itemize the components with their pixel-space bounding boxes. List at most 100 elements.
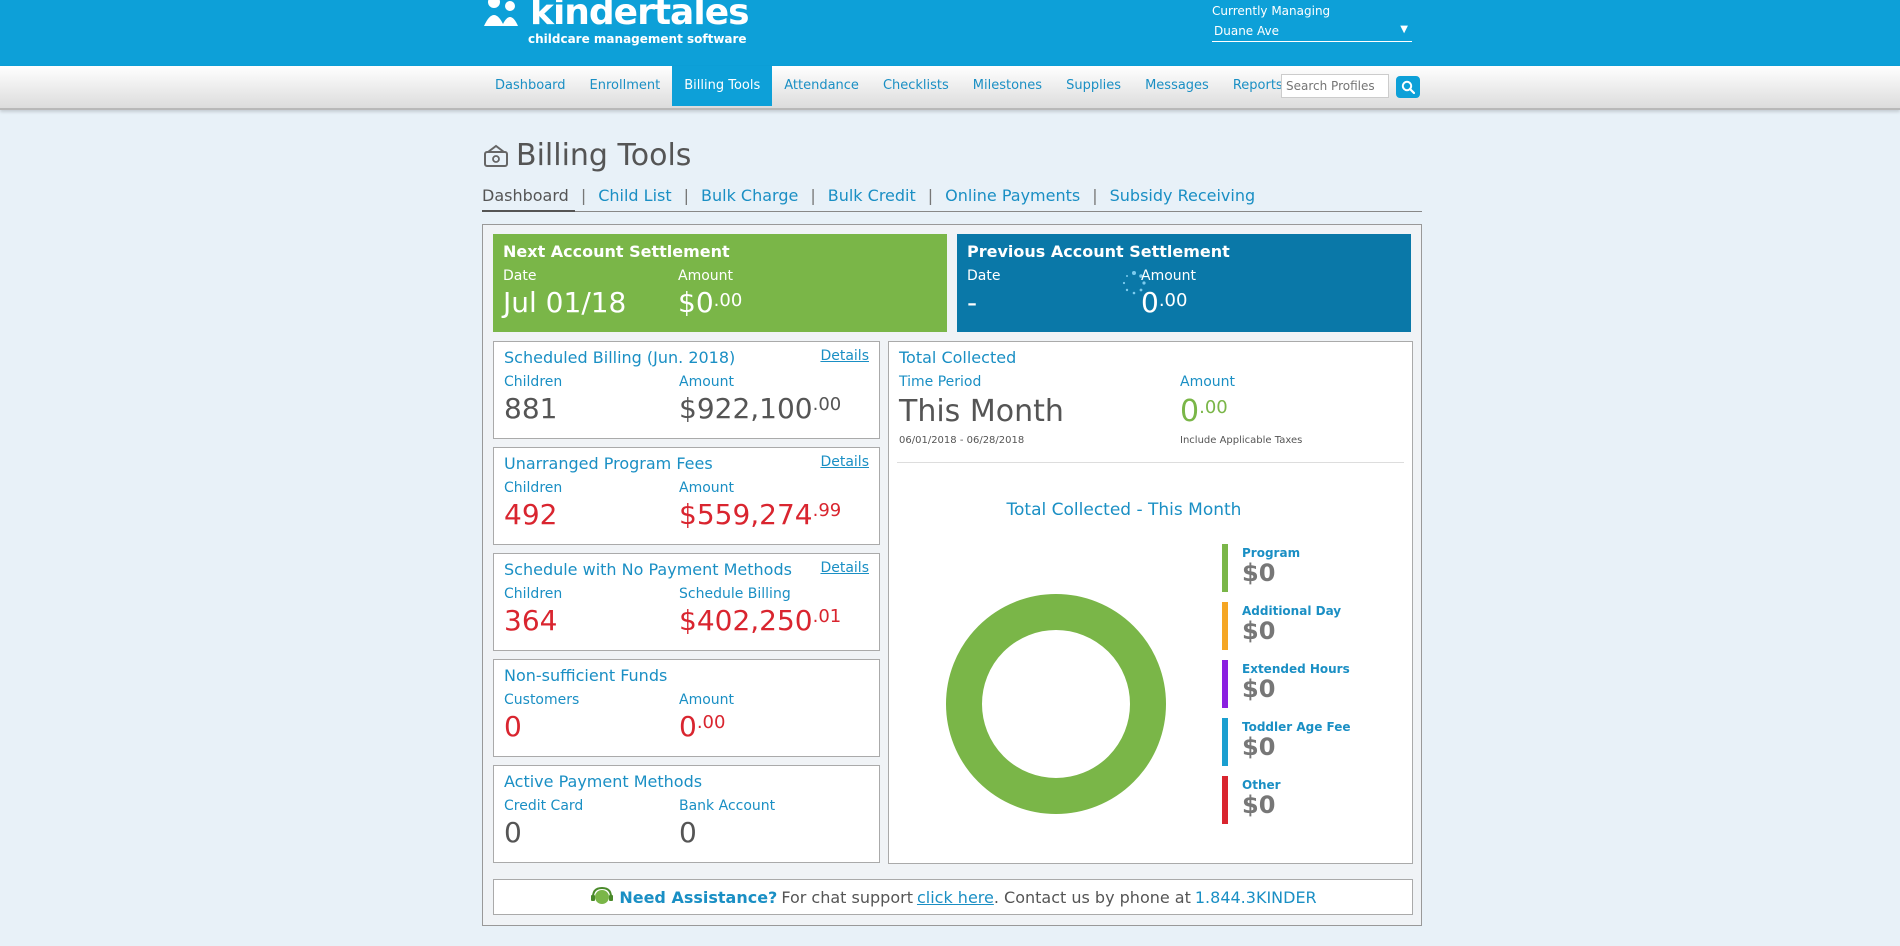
stat-value: 881 xyxy=(504,392,558,425)
legend-name: Additional Day xyxy=(1242,604,1342,618)
stat-label: Bank Account xyxy=(679,798,776,814)
tax-note: Include Applicable Taxes xyxy=(1180,435,1303,446)
managing-label: Currently Managing xyxy=(1212,4,1331,18)
amount-cents: .00 xyxy=(812,394,842,415)
nav-dashboard[interactable]: Dashboard xyxy=(483,66,578,106)
nav-enrollment[interactable]: Enrollment xyxy=(578,66,673,106)
legend-value: $0 xyxy=(1242,733,1276,761)
stat-value: $402,250.01 xyxy=(679,604,841,637)
amount-value: $0.00 xyxy=(678,286,742,319)
no-payment-methods-card: Schedule with No Payment Methods Details… xyxy=(493,553,880,651)
support-agent-icon xyxy=(591,886,614,904)
stat-value: $559,274.99 xyxy=(679,498,841,531)
amount-label: Amount xyxy=(1141,268,1197,284)
subnav-online-payments[interactable]: Online Payments xyxy=(939,186,1086,211)
search-profiles-input[interactable] xyxy=(1281,74,1389,98)
subnav-bulk-charge[interactable]: Bulk Charge xyxy=(695,186,804,211)
legend-name: Toddler Age Fee xyxy=(1242,720,1351,734)
nav-attendance[interactable]: Attendance xyxy=(772,66,871,106)
amount-cents: .01 xyxy=(812,606,842,627)
legend-name: Program xyxy=(1242,546,1301,560)
amount-stat: Amount 0.00 xyxy=(679,692,734,743)
stat-label: Amount xyxy=(679,374,735,390)
donut-chart xyxy=(946,594,1166,814)
subnav-child-list[interactable]: Child List xyxy=(592,186,677,211)
time-period-value: This Month xyxy=(899,394,1064,429)
active-payment-methods-card: Active Payment Methods Credit Card 0 Ban… xyxy=(493,765,880,863)
stat-label: Credit Card xyxy=(504,798,584,814)
stat-value: $922,100.00 xyxy=(679,392,841,425)
stat-label: Amount xyxy=(679,480,735,496)
stat-value: 0 xyxy=(504,710,522,743)
nav-checklists[interactable]: Checklists xyxy=(871,66,961,106)
children-stat: Children 492 xyxy=(504,480,562,531)
nav-billing-tools[interactable]: Billing Tools xyxy=(672,66,773,106)
legend-item-other: Other $0 xyxy=(1222,776,1351,824)
logo-wordmark: kindertales xyxy=(530,0,750,33)
date-value: - xyxy=(967,286,978,319)
legend-item-toddler-age-fee: Toddler Age Fee $0 xyxy=(1222,718,1351,766)
amount-cents: .99 xyxy=(812,500,842,521)
legend-color-bar xyxy=(1222,544,1228,592)
legend-color-bar xyxy=(1222,776,1228,824)
unarranged-fees-details-link[interactable]: Details xyxy=(820,454,869,470)
legend-color-bar xyxy=(1222,718,1228,766)
card-title: Non-sufficient Funds xyxy=(504,666,668,685)
subnav-bulk-credit[interactable]: Bulk Credit xyxy=(822,186,922,211)
scheduled-billing-details-link[interactable]: Details xyxy=(820,348,869,364)
stat-value: 0 xyxy=(679,816,697,849)
legend-item-extended-hours: Extended Hours $0 xyxy=(1222,660,1351,708)
subnav-dashboard[interactable]: Dashboard xyxy=(482,186,575,212)
stat-value: 492 xyxy=(504,498,558,531)
stat-label: Children xyxy=(504,374,563,390)
amount-value: 0.00 xyxy=(1180,394,1228,429)
date-label: Date xyxy=(503,268,537,284)
amount-dollars: $559,274 xyxy=(679,498,813,531)
amount-dollars: 0 xyxy=(1180,394,1200,429)
main-nav: Dashboard Enrollment Billing Tools Atten… xyxy=(483,66,1295,106)
date-value: Jul 01/18 xyxy=(503,286,627,319)
stat-label: Children xyxy=(504,586,563,602)
no-payment-methods-details-link[interactable]: Details xyxy=(820,560,869,576)
page-title-text: Billing Tools xyxy=(516,138,692,173)
next-settlement-date: Date Jul 01/18 xyxy=(503,268,626,319)
amount-stat: Amount $922,100.00 xyxy=(679,374,841,425)
page-title: Billing Tools xyxy=(482,138,691,173)
chart-title: Total Collected - This Month xyxy=(1006,500,1242,520)
main-nav-bar: Dashboard Enrollment Billing Tools Atten… xyxy=(0,66,1900,110)
amount-cents: .00 xyxy=(1158,290,1188,311)
nav-milestones[interactable]: Milestones xyxy=(961,66,1054,106)
amount-label: Amount xyxy=(678,268,734,284)
credit-card-stat: Credit Card 0 xyxy=(504,798,583,849)
date-range: 06/01/2018 - 06/28/2018 xyxy=(899,435,1025,446)
stat-label: Customers xyxy=(504,692,580,708)
legend-item-program: Program $0 xyxy=(1222,544,1351,592)
managing-selector: Currently Managing Duane Ave ▼ xyxy=(1212,4,1412,42)
search-button[interactable] xyxy=(1396,76,1420,98)
nav-supplies[interactable]: Supplies xyxy=(1054,66,1133,106)
scheduled-billing-card: Scheduled Billing (Jun. 2018) Details Ch… xyxy=(493,341,880,439)
previous-settlement-panel: Previous Account Settlement Date - Amoun… xyxy=(957,234,1411,332)
support-phone[interactable]: 1.844.3KINDER xyxy=(1195,888,1317,907)
subnav-subsidy-receiving[interactable]: Subsidy Receiving xyxy=(1104,186,1261,211)
legend-name: Extended Hours xyxy=(1242,662,1350,676)
center-select[interactable]: Duane Ave ▼ xyxy=(1212,24,1412,42)
billing-subnav: Dashboard | Child List | Bulk Charge | B… xyxy=(482,186,1422,212)
amount-dollars: 0 xyxy=(679,710,697,743)
legend-color-bar xyxy=(1222,602,1228,650)
legend-value: $0 xyxy=(1242,675,1276,703)
amount-stat: Amount $559,274.99 xyxy=(679,480,841,531)
nsf-card: Non-sufficient Funds Customers 0 Amount … xyxy=(493,659,880,757)
nav-messages[interactable]: Messages xyxy=(1133,66,1221,106)
assistance-bar: Need Assistance? For chat support click … xyxy=(493,879,1413,915)
stat-value: 364 xyxy=(504,604,558,637)
top-header: kindertales childcare management softwar… xyxy=(0,0,1900,66)
amount-dollars: $922,100 xyxy=(679,392,813,425)
unarranged-fees-card: Unarranged Program Fees Details Children… xyxy=(493,447,880,545)
chat-support-link[interactable]: click here xyxy=(917,888,994,907)
subnav-separator: | xyxy=(810,186,816,205)
previous-settlement-date: Date - xyxy=(967,268,1000,319)
children-stat: Children 364 xyxy=(504,586,562,637)
bank-account-stat: Bank Account 0 xyxy=(679,798,775,849)
legend-value: $0 xyxy=(1242,617,1276,645)
